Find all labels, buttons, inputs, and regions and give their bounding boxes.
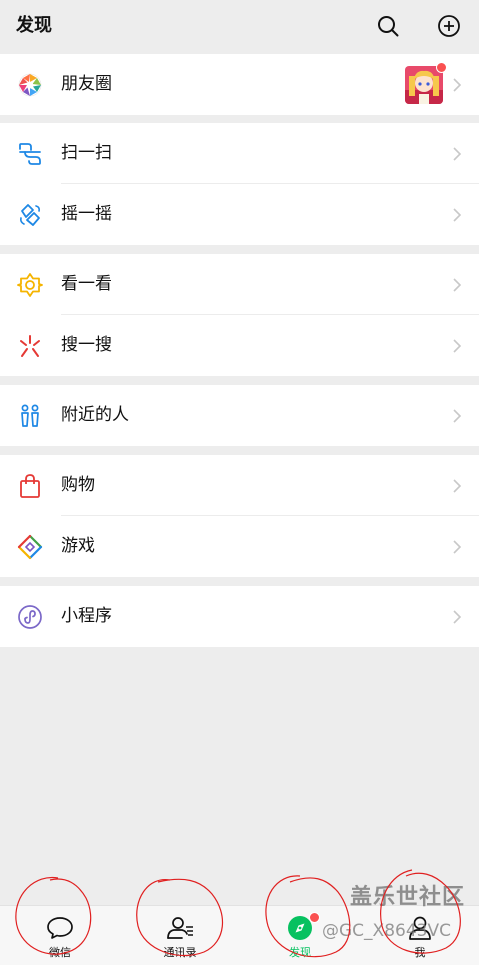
contacts-icon — [167, 917, 193, 939]
watermark-brand: 盖乐世社区 — [350, 885, 466, 910]
menu-item-shopping[interactable]: 购物 — [0, 455, 479, 516]
menu-item-shopping-label: 购物 — [61, 475, 95, 495]
menu-item-games-label: 游戏 — [61, 536, 95, 556]
tab-contacts[interactable]: 通讯录 — [135, 906, 225, 965]
menu-item-scan-label: 扫一扫 — [61, 143, 112, 163]
moments-aperture-icon — [18, 73, 42, 97]
shopping-bag-icon — [20, 474, 40, 498]
menu-item-top-stories[interactable]: 看一看 — [0, 254, 479, 315]
menu-item-search[interactable]: 搜一搜 — [0, 315, 479, 376]
group-shopping-games: 购物 游戏 — [0, 455, 479, 577]
chevron-right-icon — [453, 78, 462, 92]
top-bar: 发现 — [0, 0, 479, 53]
chevron-right-icon — [453, 540, 462, 554]
menu-item-moments[interactable]: 朋友圈 — [0, 54, 479, 115]
menu-item-games[interactable]: 游戏 — [0, 516, 479, 577]
plus-circle-icon[interactable] — [437, 14, 461, 38]
menu-item-people-nearby-label: 附近的人 — [61, 405, 129, 425]
group-stories-search: 看一看 搜一搜 — [0, 254, 479, 376]
community-watermark: 盖乐世社区 @GC_X8643VC — [322, 884, 479, 944]
tab-chats[interactable]: 微信 — [15, 906, 105, 965]
scan-icon — [19, 143, 41, 165]
top-stories-icon — [17, 273, 43, 297]
chevron-right-icon — [453, 278, 462, 292]
tab-discover-label: 发现 — [289, 946, 311, 959]
search-icon[interactable] — [376, 14, 400, 38]
menu-item-shake[interactable]: 摇一摇 — [0, 184, 479, 245]
chevron-right-icon — [453, 610, 462, 624]
menu-item-search-label: 搜一搜 — [61, 335, 112, 355]
menu-item-moments-label: 朋友圈 — [61, 74, 112, 94]
group-nearby: 附近的人 — [0, 385, 479, 446]
menu-item-people-nearby[interactable]: 附近的人 — [0, 385, 479, 446]
menu-item-scan[interactable]: 扫一扫 — [0, 123, 479, 184]
chevron-right-icon — [453, 147, 462, 161]
moments-new-badge — [436, 62, 447, 73]
watermark-handle: @GC_X8643VC — [322, 921, 451, 941]
games-icon — [17, 534, 43, 560]
chevron-right-icon — [453, 339, 462, 353]
shake-icon — [20, 204, 40, 226]
mini-program-icon — [18, 605, 42, 629]
menu-item-top-stories-label: 看一看 — [61, 274, 112, 294]
group-mini-programs: 小程序 — [0, 586, 479, 647]
discover-new-badge — [309, 912, 320, 923]
chat-bubble-icon — [47, 917, 73, 939]
tab-contacts-label: 通讯录 — [163, 946, 197, 959]
group-scan-shake: 扫一扫 摇一摇 — [0, 123, 479, 245]
chevron-right-icon — [453, 409, 462, 423]
tab-me-label: 我 — [414, 946, 426, 959]
menu-item-mini-programs-label: 小程序 — [61, 606, 112, 626]
page-title: 发现 — [16, 15, 52, 36]
menu-item-shake-label: 摇一摇 — [61, 204, 112, 224]
chevron-right-icon — [453, 208, 462, 222]
tab-chats-label: 微信 — [49, 946, 71, 959]
chevron-right-icon — [453, 479, 462, 493]
group-moments: 朋友圈 — [0, 54, 479, 115]
menu-item-mini-programs[interactable]: 小程序 — [0, 586, 479, 647]
search-sparkle-icon — [20, 335, 40, 357]
people-nearby-icon — [21, 404, 39, 427]
